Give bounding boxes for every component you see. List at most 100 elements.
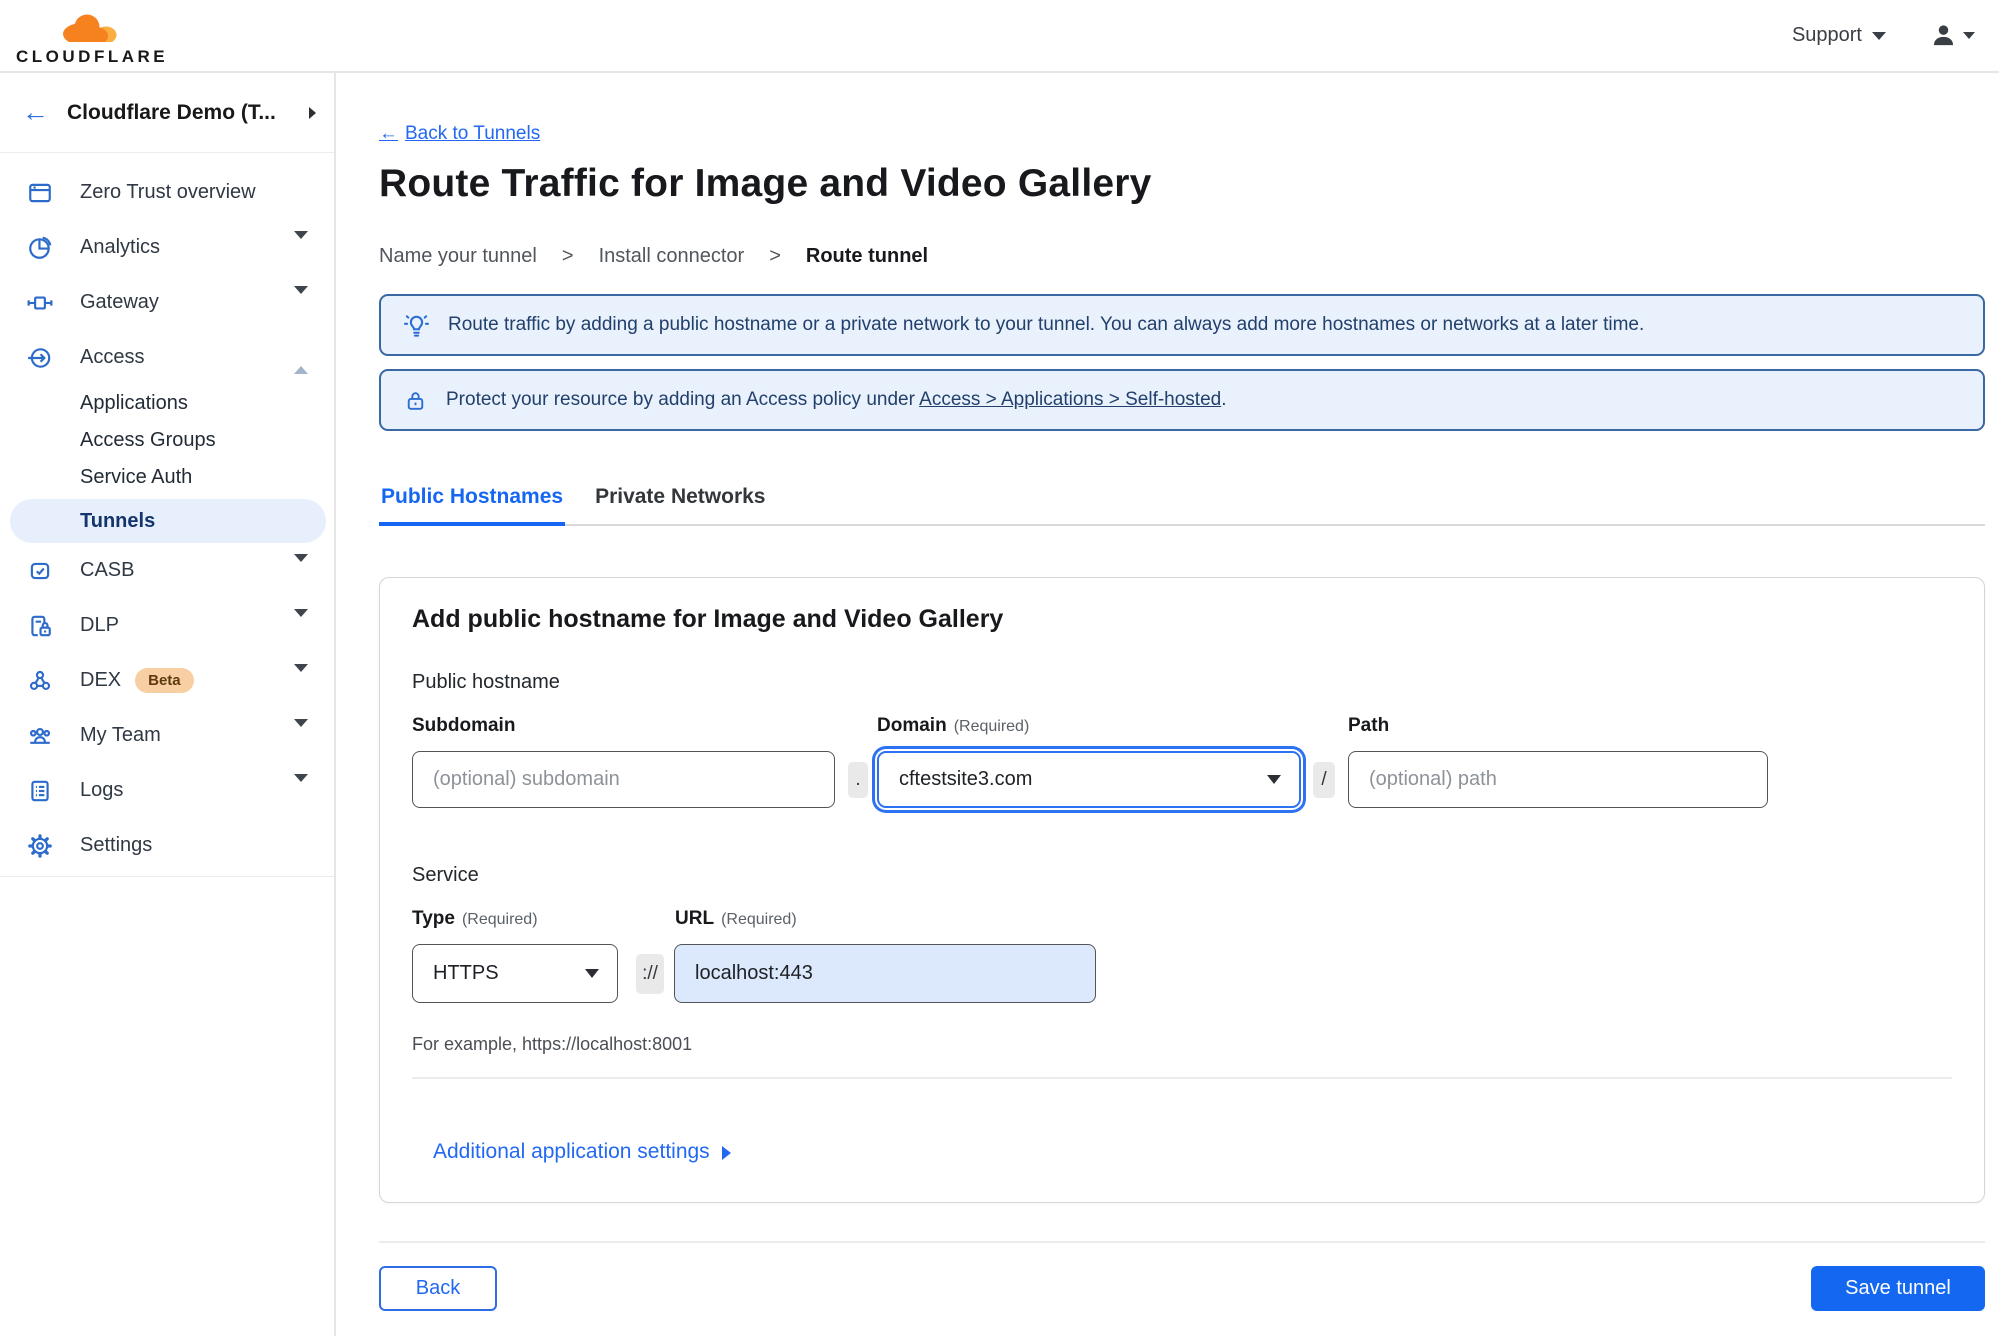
sidebar-item-settings[interactable]: Settings — [0, 818, 334, 873]
domain-select[interactable]: cftestsite3.com — [877, 751, 1301, 808]
chevron-down-icon — [585, 969, 599, 978]
cloudflare-cloud-icon — [44, 9, 140, 49]
footer-actions: Back Save tunnel — [379, 1266, 1985, 1311]
required-note: (Required) — [461, 911, 538, 928]
sidebar-item-label: My Team — [80, 724, 161, 746]
back-arrow-icon[interactable]: ← — [22, 99, 49, 126]
url-example-text: For example, https://localhost:8001 — [412, 1034, 693, 1054]
sidebar-item-casb[interactable]: CASB — [0, 543, 334, 598]
sidebar-item-tunnels[interactable]: Tunnels — [10, 499, 326, 543]
sidebar-item-dlp[interactable]: DLP — [0, 598, 334, 653]
back-to-tunnels-link[interactable]: ← Back to Tunnels — [379, 123, 540, 145]
sidebar-item-zero-trust-overview[interactable]: Zero Trust overview — [0, 165, 334, 220]
sidebar-item-logs[interactable]: Logs — [0, 763, 334, 818]
card-heading: Add public hostname for Image and Video … — [412, 605, 1004, 633]
chevron-down-icon — [294, 663, 308, 690]
access-applications-link[interactable]: Access > Applications > Self-hosted — [919, 389, 1221, 410]
step-separator: > — [769, 245, 781, 267]
sidebar-divider — [0, 876, 334, 877]
chevron-down-icon — [294, 718, 308, 745]
slash-separator: / — [1313, 761, 1335, 798]
pie-chart-icon — [26, 234, 53, 261]
sidebar-item-my-team[interactable]: My Team — [0, 708, 334, 763]
lock-icon — [403, 388, 428, 413]
lightbulb-icon — [403, 312, 430, 339]
window-icon — [26, 179, 53, 206]
support-menu[interactable]: Support — [1792, 24, 1886, 47]
domain-select-value: cftestsite3.com — [899, 768, 1033, 790]
service-type-select[interactable]: HTTPS — [412, 944, 618, 1003]
user-menu[interactable] — [1930, 22, 1975, 49]
sidebar-item-label: Gateway — [80, 291, 159, 313]
tip-banner: Route traffic by adding a public hostnam… — [379, 294, 1985, 356]
chevron-right-icon — [721, 1146, 731, 1160]
page-title: Route Traffic for Image and Video Galler… — [379, 162, 1152, 205]
sidebar-item-label: Access — [80, 346, 145, 368]
step-install-connector[interactable]: Install connector — [599, 245, 745, 268]
card-divider — [412, 1077, 1952, 1079]
chevron-down-icon — [1963, 32, 1975, 39]
chevron-down-icon — [1872, 31, 1886, 40]
main-area: ← Back to Tunnels Route Traffic for Imag… — [336, 73, 1999, 1336]
required-note: (Required) — [953, 718, 1030, 735]
hostname-form-card: Add public hostname for Image and Video … — [379, 577, 1985, 1203]
subdomain-input[interactable] — [412, 751, 835, 808]
service-label: Service — [412, 864, 479, 886]
back-button[interactable]: Back — [379, 1266, 497, 1311]
access-icon — [26, 344, 53, 371]
save-tunnel-button[interactable]: Save tunnel — [1811, 1266, 1985, 1311]
chevron-down-icon — [294, 608, 308, 635]
cloudflare-logo-text: CLOUDFLARE — [16, 46, 169, 66]
chevron-down-icon — [294, 285, 308, 312]
dex-network-icon — [26, 667, 53, 694]
sidebar-item-applications[interactable]: Applications — [0, 385, 334, 422]
access-policy-banner: Protect your resource by adding an Acces… — [379, 369, 1985, 431]
required-note: (Required) — [721, 911, 797, 928]
sidebar-item-access[interactable]: Access — [0, 330, 334, 385]
gear-icon — [26, 832, 53, 859]
sidebar-item-service-auth[interactable]: Service Auth — [0, 459, 334, 496]
chevron-down-icon — [294, 553, 308, 580]
chevron-down-icon — [1267, 775, 1281, 784]
tab-bar: Public Hostnames Private Networks — [379, 485, 1985, 526]
sidebar-nav: Zero Trust overview Analytics Gateway Ac… — [0, 153, 334, 877]
chevron-down-icon — [294, 230, 308, 257]
step-route-tunnel: Route tunnel — [805, 245, 929, 267]
step-name-your-tunnel[interactable]: Name your tunnel — [379, 245, 537, 268]
back-arrow-icon: ← — [379, 123, 398, 144]
account-name: Cloudflare Demo (T... — [67, 100, 276, 124]
tip-banner-text: Route traffic by adding a public hostnam… — [448, 314, 1645, 335]
wizard-steps: Name your tunnel > Install connector > R… — [379, 245, 1985, 268]
sidebar-item-label: CASB — [80, 559, 135, 581]
service-type-value: HTTPS — [433, 962, 499, 984]
sidebar-item-label: Settings — [80, 834, 153, 856]
url-input[interactable] — [674, 944, 1096, 1003]
chevron-right-icon — [309, 106, 316, 119]
tab-private-networks[interactable]: Private Networks — [593, 485, 767, 526]
scheme-separator: :// — [636, 953, 664, 994]
sidebar-item-dex[interactable]: DEX Beta — [0, 653, 334, 708]
additional-settings-toggle[interactable]: Additional application settings — [433, 1140, 731, 1164]
path-input[interactable] — [1348, 751, 1768, 808]
document-lock-icon — [26, 612, 53, 639]
sidebar-item-label: Zero Trust overview — [80, 181, 256, 203]
public-hostname-label: Public hostname — [412, 671, 560, 693]
list-document-icon — [26, 777, 53, 804]
chevron-up-icon — [294, 348, 308, 374]
sidebar-item-analytics[interactable]: Analytics — [0, 220, 334, 275]
beta-badge: Beta — [135, 668, 194, 693]
step-separator: > — [561, 245, 574, 267]
type-label: Type (Required) — [412, 908, 538, 929]
subdomain-label: Subdomain — [412, 715, 516, 736]
sidebar-item-label: DEX Beta — [80, 668, 267, 693]
account-switcher[interactable]: ← Cloudflare Demo (T... — [0, 73, 334, 153]
chevron-down-icon — [294, 773, 308, 800]
dot-separator: . — [848, 761, 868, 798]
casb-check-icon — [26, 557, 53, 584]
tab-public-hostnames[interactable]: Public Hostnames — [379, 485, 566, 526]
sidebar-item-gateway[interactable]: Gateway — [0, 275, 334, 330]
sidebar-item-access-groups[interactable]: Access Groups — [0, 422, 334, 459]
url-label: URL (Required) — [675, 908, 797, 929]
support-label: Support — [1791, 24, 1862, 46]
people-icon — [26, 722, 53, 749]
